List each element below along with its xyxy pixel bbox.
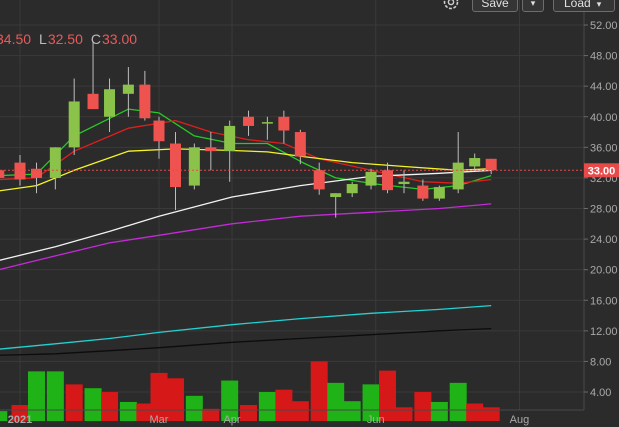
volume-bar bbox=[101, 392, 119, 422]
candle-body bbox=[346, 184, 358, 194]
volume-bar bbox=[240, 405, 258, 422]
x-tick-label: Jun bbox=[367, 414, 385, 426]
volume-bar bbox=[46, 371, 64, 422]
volume-bar bbox=[395, 407, 413, 422]
load-button[interactable]: Load ▾ bbox=[553, 0, 615, 12]
volume-bar bbox=[275, 389, 293, 422]
candle-body bbox=[224, 125, 236, 152]
candle-body bbox=[469, 158, 481, 167]
volume-bar bbox=[466, 403, 484, 422]
load-button-label: Load bbox=[564, 0, 591, 10]
candle-body bbox=[169, 143, 181, 188]
x-tick-label: Apr bbox=[223, 414, 240, 426]
candle-body bbox=[433, 187, 445, 199]
volume-bar bbox=[166, 378, 184, 422]
volume-bar bbox=[185, 395, 203, 422]
candle-body bbox=[87, 93, 99, 110]
volume-bar bbox=[449, 382, 467, 422]
y-tick-label: 52.00 bbox=[590, 20, 618, 32]
volume-bar bbox=[119, 401, 137, 422]
candle-body bbox=[153, 120, 165, 142]
candle-body bbox=[417, 185, 429, 199]
candle-body bbox=[485, 158, 497, 171]
candle-body bbox=[452, 162, 464, 190]
candle-body bbox=[294, 132, 306, 157]
volume-bar bbox=[343, 401, 361, 422]
candle-body bbox=[14, 162, 26, 180]
candle-body bbox=[0, 170, 5, 178]
candle-body bbox=[261, 122, 273, 124]
candle-body bbox=[139, 84, 151, 119]
save-dropdown-button[interactable]: ▾ bbox=[522, 0, 544, 12]
y-tick-label: 24.00 bbox=[590, 234, 618, 246]
chevron-down-icon: ▾ bbox=[596, 0, 602, 9]
x-tick-label: Mar bbox=[150, 414, 169, 426]
candle bbox=[433, 185, 445, 201]
save-button[interactable]: Save bbox=[472, 0, 518, 12]
y-tick-label: 4.00 bbox=[590, 387, 611, 399]
candle-body bbox=[188, 147, 200, 186]
candle-body bbox=[365, 171, 377, 186]
volume-bar bbox=[0, 411, 8, 422]
volume-bar bbox=[430, 401, 448, 422]
candle-body bbox=[49, 147, 61, 178]
y-tick-label: 12.00 bbox=[590, 326, 618, 338]
close-label: C bbox=[90, 31, 102, 47]
ohlc-legend: 34.50 L32.50 C33.00 bbox=[0, 31, 137, 47]
low-label: L bbox=[39, 31, 47, 47]
candle-body bbox=[122, 84, 134, 94]
volume-bar bbox=[327, 382, 345, 422]
y-tick-label: 40.00 bbox=[590, 112, 618, 124]
y-tick-label: 44.00 bbox=[590, 81, 618, 93]
y-tick-label: 28.00 bbox=[590, 204, 618, 216]
close-value: 33.00 bbox=[102, 31, 138, 47]
price-chart[interactable]: 52.0048.0044.0040.0036.0032.0028.0024.00… bbox=[0, 0, 619, 427]
volume-bar bbox=[482, 407, 500, 422]
candle-body bbox=[313, 170, 325, 190]
candle bbox=[188, 143, 200, 190]
x-tick-label: Aug bbox=[510, 414, 530, 426]
volume-bar bbox=[291, 401, 309, 422]
volume-bar bbox=[84, 388, 102, 422]
volume-bar bbox=[310, 361, 328, 422]
candle-body bbox=[243, 116, 255, 126]
y-tick-label: 48.00 bbox=[590, 51, 618, 63]
candle-body bbox=[104, 89, 116, 117]
y-tick-label: 20.00 bbox=[590, 265, 618, 277]
y-tick-label: 36.00 bbox=[590, 142, 618, 154]
candle-body bbox=[382, 170, 394, 191]
last-price-label: 33.00 bbox=[584, 163, 619, 178]
candle-body bbox=[398, 181, 410, 185]
candle-body bbox=[278, 116, 290, 131]
volume-bar bbox=[258, 392, 276, 422]
open-value: 34.50 bbox=[0, 31, 32, 47]
low-value: 32.50 bbox=[47, 31, 83, 47]
candle-body bbox=[205, 147, 217, 152]
gear-icon[interactable] bbox=[440, 0, 462, 12]
candle-body bbox=[68, 101, 80, 148]
volume-bar bbox=[414, 392, 432, 422]
volume-bar bbox=[65, 384, 83, 422]
candle-body bbox=[330, 193, 342, 198]
x-tick-label: 2021 bbox=[8, 414, 32, 426]
last-price-label-text: 33.00 bbox=[588, 165, 616, 177]
y-tick-label: 16.00 bbox=[590, 295, 618, 307]
y-tick-label: 8.00 bbox=[590, 356, 611, 368]
volume-bar bbox=[202, 408, 220, 422]
